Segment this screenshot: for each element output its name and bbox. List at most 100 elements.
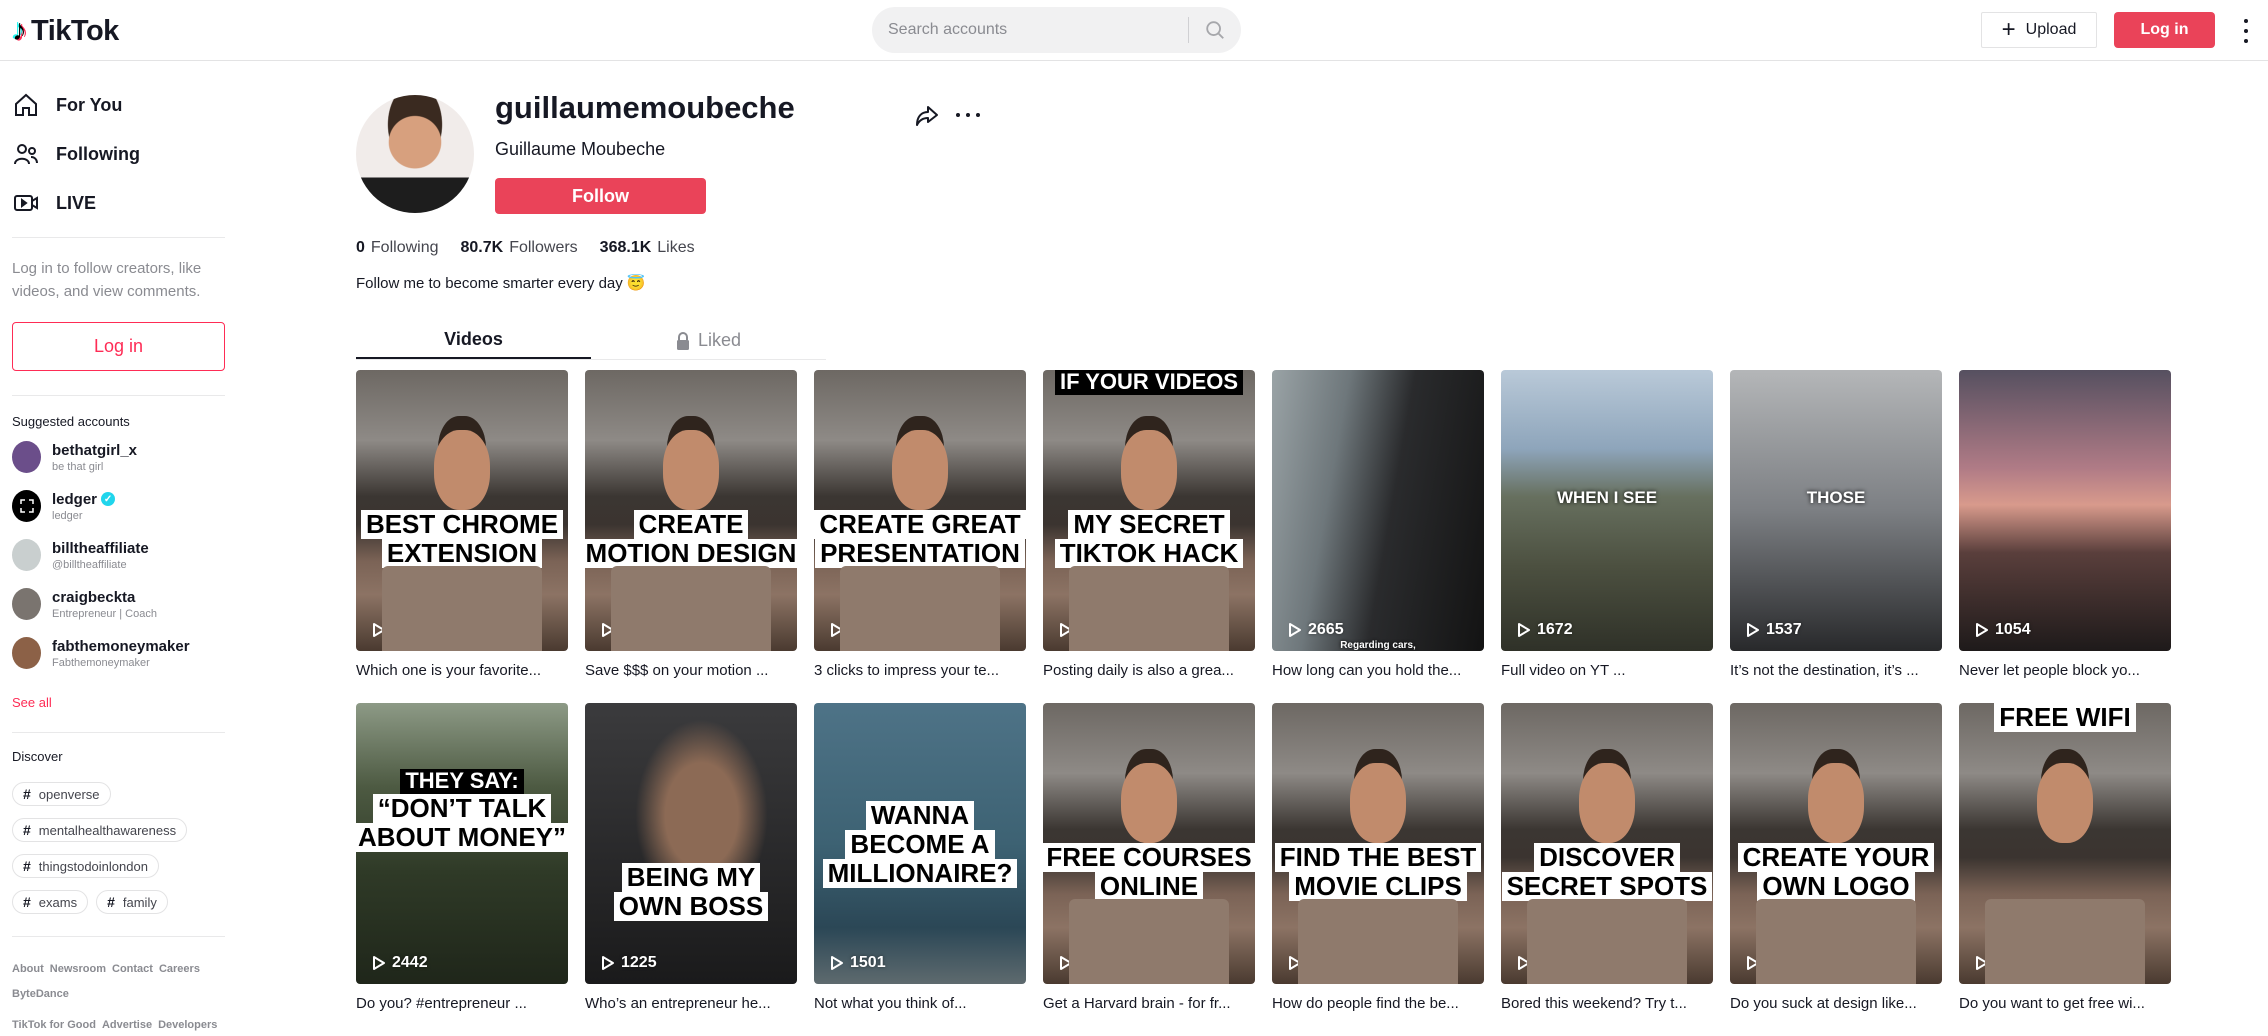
video-overlay-text: CREATE MOTION DESIGN bbox=[585, 509, 797, 569]
discover-tag[interactable]: # thingstodoinlondon bbox=[12, 854, 159, 878]
stat-following[interactable]: 0 Following bbox=[356, 239, 439, 257]
tab-label: Liked bbox=[697, 330, 742, 350]
video-caption[interactable]: Never let people block yo... bbox=[1959, 662, 2171, 683]
stat-label: Followers bbox=[509, 239, 578, 256]
upload-button[interactable]: + Upload bbox=[1981, 12, 2097, 48]
footer-link[interactable]: TikTok for Good bbox=[12, 1019, 96, 1031]
nav-following[interactable]: Following bbox=[12, 140, 140, 168]
video-thumbnail[interactable]: Regarding cars, 2665 bbox=[1272, 370, 1484, 651]
video-caption[interactable]: Save $$$ on your motion ... bbox=[585, 662, 797, 683]
footer-link[interactable]: Advertise bbox=[102, 1019, 152, 1031]
footer-link[interactable]: ByteDance bbox=[12, 988, 69, 1000]
video-caption[interactable]: How long can you hold the... bbox=[1272, 662, 1484, 683]
play-icon bbox=[373, 623, 385, 637]
see-all-link[interactable]: See all bbox=[12, 695, 52, 710]
video-thumbnail[interactable]: BEING MY OWN BOSS 1225 bbox=[585, 703, 797, 984]
video-caption[interactable]: Posting daily is also a grea... bbox=[1043, 662, 1255, 683]
video-card[interactable]: 1054 Never let people block yo... bbox=[1959, 370, 2171, 683]
view-count: 1054 bbox=[1975, 621, 2031, 639]
footer-link[interactable]: Developers bbox=[158, 1019, 217, 1031]
discover-tag[interactable]: # family bbox=[96, 890, 168, 914]
video-card[interactable]: THOSE 1537 It’s not the destination, it’s … bbox=[1730, 370, 1942, 683]
search-icon bbox=[1206, 21, 1224, 39]
search-input[interactable] bbox=[872, 21, 1188, 39]
video-caption[interactable]: Do you suck at design like... bbox=[1730, 995, 1942, 1016]
video-caption[interactable]: Bored this weekend? Try t... bbox=[1501, 995, 1713, 1016]
footer-link[interactable]: Careers bbox=[159, 963, 200, 975]
video-caption[interactable]: Do you want to get free wi... bbox=[1959, 995, 2171, 1016]
nav-live[interactable]: LIVE bbox=[12, 189, 96, 217]
tab-liked[interactable]: Liked bbox=[591, 322, 826, 359]
discover-tag[interactable]: # mentalhealthawareness bbox=[12, 818, 188, 842]
video-caption[interactable]: Do you? #entrepreneur ... bbox=[356, 995, 568, 1016]
video-thumbnail[interactable]: WANNA BECOME A MILLIONAIRE? 1501 bbox=[814, 703, 1026, 984]
video-thumbnail[interactable]: 1054 bbox=[1959, 370, 2171, 651]
video-thumbnail[interactable]: WHEN I SEE 1672 bbox=[1501, 370, 1713, 651]
video-card[interactable]: IF YOUR VIDEOS MY SECRET TIKTOK HACK 2340 Po… bbox=[1043, 370, 1255, 683]
footer-link[interactable]: About bbox=[12, 963, 44, 975]
video-caption[interactable]: Not what you think of... bbox=[814, 995, 1026, 1016]
video-thumbnail[interactable]: THEY SAY: “DON’T TALK ABOUT MONEY” 2442 bbox=[356, 703, 568, 984]
view-count-value: 6391 bbox=[1995, 954, 2031, 971]
video-thumbnail[interactable]: FIND THE BEST MOVIE CLIPS 6811 bbox=[1272, 703, 1484, 984]
video-thumbnail[interactable]: THOSE 1537 bbox=[1730, 370, 1942, 651]
overlay-line: CREATE YOUR bbox=[1737, 842, 1935, 873]
search-button[interactable] bbox=[1189, 7, 1241, 53]
video-card[interactable]: FREE COURSES ONLINE 3529 Get a Harvard brai… bbox=[1043, 703, 1255, 1016]
video-thumbnail[interactable]: CREATE YOUR OWN LOGO 12.2K bbox=[1730, 703, 1942, 984]
video-thumbnail[interactable]: CREATE MOTION DESIGN 3480 bbox=[585, 370, 797, 651]
suggested-account[interactable]: ledger ✓ ledger bbox=[12, 490, 116, 522]
header-login-button[interactable]: Log in bbox=[2114, 12, 2215, 48]
view-count-value: 12.2K bbox=[1766, 954, 1809, 971]
video-card[interactable]: FIND THE BEST MOVIE CLIPS 6811 How do peopl… bbox=[1272, 703, 1484, 1016]
more-options-icon[interactable] bbox=[956, 113, 980, 119]
footer-link[interactable]: Contact bbox=[112, 963, 153, 975]
video-overlay-text: THEY SAY: “DON’T TALK ABOUT MONEY” bbox=[356, 768, 568, 852]
video-card[interactable]: THEY SAY: “DON’T TALK ABOUT MONEY” 2442 Do y… bbox=[356, 703, 568, 1016]
video-card[interactable]: BEING MY OWN BOSS 1225 Who’s an entrepreneu… bbox=[585, 703, 797, 1016]
discover-tag[interactable]: # exams bbox=[12, 890, 89, 914]
video-card[interactable]: FREE WIFI 6391 Do you want to get free wi.… bbox=[1959, 703, 2171, 1016]
video-caption[interactable]: Which one is your favorite... bbox=[356, 662, 568, 683]
video-thumbnail[interactable]: FREE COURSES ONLINE 3529 bbox=[1043, 703, 1255, 984]
nav-for-you[interactable]: For You bbox=[12, 91, 122, 119]
video-card[interactable]: WHEN I SEE 1672 Full video on YT ... bbox=[1501, 370, 1713, 683]
video-card[interactable]: BEST CHROME EXTENSION 3793 Which one is you… bbox=[356, 370, 568, 683]
more-menu-icon[interactable] bbox=[2238, 16, 2254, 46]
video-card[interactable]: CREATE MOTION DESIGN 3480 Save $$$ on your … bbox=[585, 370, 797, 683]
tab-videos[interactable]: Videos bbox=[356, 322, 591, 359]
video-thumbnail[interactable]: IF YOUR VIDEOS MY SECRET TIKTOK HACK 2340 bbox=[1043, 370, 1255, 651]
video-thumbnail[interactable]: CREATE GREAT PRESENTATION 2213 bbox=[814, 370, 1026, 651]
video-caption[interactable]: 3 clicks to impress your te... bbox=[814, 662, 1026, 683]
view-count-value: 3529 bbox=[1079, 954, 1115, 971]
video-thumbnail[interactable]: BEST CHROME EXTENSION 3793 bbox=[356, 370, 568, 651]
video-caption[interactable]: Who’s an entrepreneur he... bbox=[585, 995, 797, 1016]
video-thumbnail[interactable]: DISCOVER SECRET SPOTS 4858 bbox=[1501, 703, 1713, 984]
discover-tag[interactable]: # openverse bbox=[12, 782, 111, 806]
view-count-value: 6811 bbox=[1308, 954, 1343, 971]
login-prompt: Log in to follow creators, like videos, … bbox=[12, 260, 202, 300]
stat-followers[interactable]: 80.7K Followers bbox=[461, 239, 578, 257]
video-card[interactable]: CREATE GREAT PRESENTATION 2213 3 clicks to … bbox=[814, 370, 1026, 683]
account-subtitle: ledger bbox=[52, 509, 83, 522]
video-card[interactable]: CREATE YOUR OWN LOGO 12.2K Do you suck at d… bbox=[1730, 703, 1942, 1016]
video-card[interactable]: WANNA BECOME A MILLIONAIRE? 1501 Not what yo… bbox=[814, 703, 1026, 1016]
video-caption[interactable]: It’s not the destination, it’s ... bbox=[1730, 662, 1942, 683]
video-caption[interactable]: Get a Harvard brain - for fr... bbox=[1043, 995, 1255, 1016]
footer-link[interactable]: Newsroom bbox=[50, 963, 106, 975]
suggested-account[interactable]: billtheaffiliate @billtheaffiliate bbox=[12, 539, 149, 571]
video-card[interactable]: DISCOVER SECRET SPOTS 4858 Bored this weeke… bbox=[1501, 703, 1713, 1016]
video-thumbnail[interactable]: FREE WIFI 6391 bbox=[1959, 703, 2171, 984]
footer-row: ByteDance bbox=[12, 988, 225, 1000]
suggested-account[interactable]: craigbeckta Entrepreneur | Coach bbox=[12, 588, 157, 620]
share-icon[interactable] bbox=[914, 103, 940, 129]
video-caption[interactable]: Full video on YT ... bbox=[1501, 662, 1713, 683]
tiktok-logo[interactable]: ♪ TikTok bbox=[12, 14, 119, 48]
suggested-account[interactable]: bethatgirl_x be that girl bbox=[12, 441, 137, 473]
video-caption[interactable]: How do people find the be... bbox=[1272, 995, 1484, 1016]
video-card[interactable]: Regarding cars, 2665 How long can you hold… bbox=[1272, 370, 1484, 683]
suggested-account[interactable]: fabthemoneymaker Fabthemoneymaker bbox=[12, 637, 190, 669]
follow-button[interactable]: Follow bbox=[495, 178, 706, 214]
suggested-accounts-title: Suggested accounts bbox=[12, 414, 130, 429]
sidebar-login-button[interactable]: Log in bbox=[12, 322, 225, 371]
